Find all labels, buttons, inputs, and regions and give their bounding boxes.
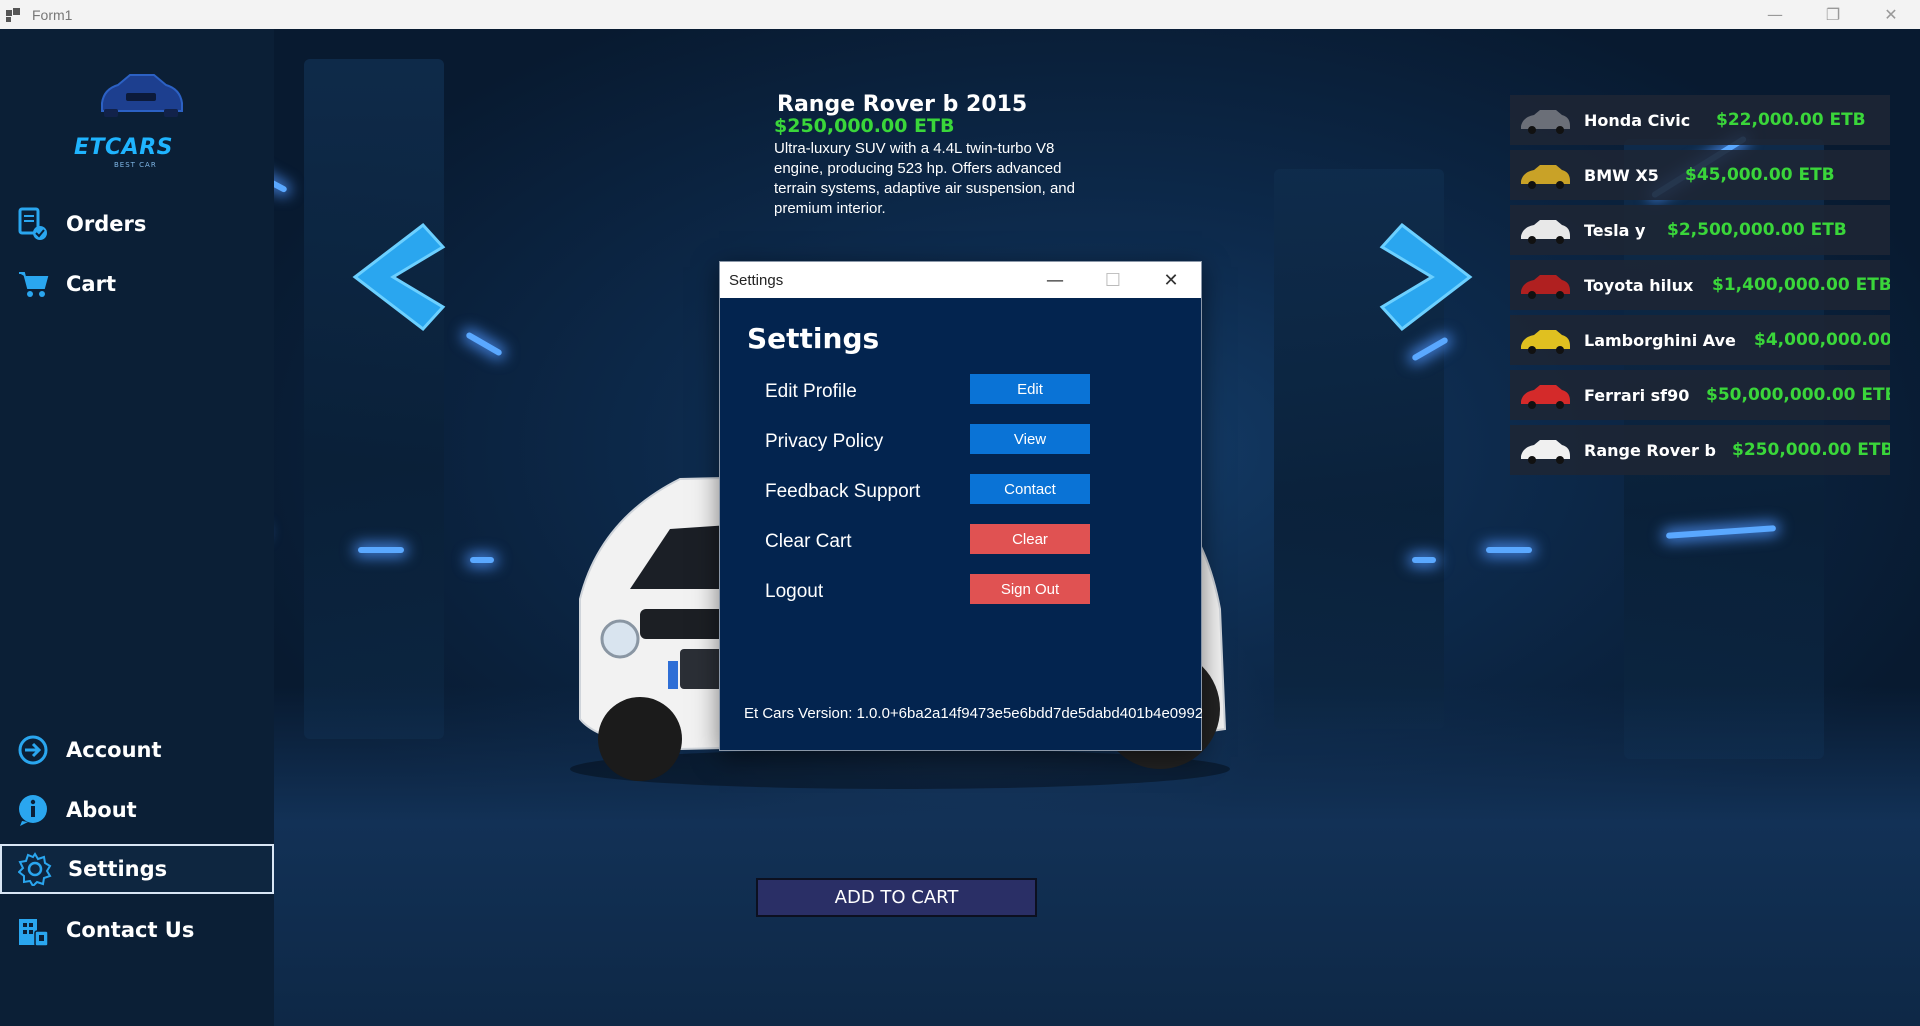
feedback-support-label: Feedback Support bbox=[765, 481, 921, 502]
car-list-item[interactable]: Lamborghini Ave $4,000,000.00 E bbox=[1510, 315, 1890, 365]
logo-text: ETCARS bbox=[74, 135, 173, 160]
building-icon bbox=[16, 913, 50, 947]
car-price: $1,400,000.00 ETB bbox=[1712, 275, 1890, 295]
car-thumbnail bbox=[1521, 385, 1570, 409]
car-logo-icon bbox=[101, 74, 183, 117]
dialog-titlebar: Settings — ☐ ✕ bbox=[720, 262, 1201, 298]
car-price: $4,000,000.00 E bbox=[1754, 330, 1890, 350]
car-name: Ferrari sf90 bbox=[1584, 385, 1690, 405]
sidebar: ETCARS BEST CAR Orders Cart Account Abou… bbox=[0, 29, 274, 1026]
privacy-policy-button[interactable]: View bbox=[970, 424, 1090, 454]
car-thumbnail bbox=[1521, 165, 1570, 189]
orders-icon bbox=[16, 207, 50, 241]
dialog-maximize-button[interactable]: ☐ bbox=[1084, 262, 1142, 298]
sidebar-item-about[interactable]: About bbox=[0, 785, 274, 835]
privacy-policy-label: Privacy Policy bbox=[765, 431, 884, 452]
car-thumbnail bbox=[1521, 440, 1570, 464]
feedback-support-button[interactable]: Contact bbox=[970, 474, 1090, 504]
car-name: Honda Civic bbox=[1584, 110, 1691, 130]
car-thumbnail bbox=[1521, 275, 1570, 299]
featured-car-description: Ultra-luxury SUV with a 4.4L twin-turbo … bbox=[774, 140, 1075, 217]
car-list-item[interactable]: BMW X5 $45,000.00 ETB bbox=[1510, 150, 1890, 200]
car-name: Tesla y bbox=[1584, 220, 1646, 240]
previous-car-button[interactable] bbox=[335, 217, 455, 337]
add-to-cart-button[interactable]: ADD TO CART bbox=[756, 878, 1037, 917]
maximize-button[interactable]: ❐ bbox=[1804, 0, 1862, 29]
etcars-logo: ETCARS BEST CAR bbox=[70, 61, 210, 171]
cart-icon bbox=[16, 267, 50, 301]
sidebar-item-account[interactable]: Account bbox=[0, 725, 274, 775]
car-list-item[interactable]: Honda Civic $22,000.00 ETB bbox=[1510, 95, 1890, 145]
car-list-item[interactable]: Tesla y $2,500,000.00 ETB bbox=[1510, 205, 1890, 255]
sidebar-item-orders[interactable]: Orders bbox=[0, 199, 274, 249]
settings-dialog: Settings — ☐ ✕ Settings Edit Profile Edi… bbox=[719, 261, 1202, 751]
sidebar-item-label: About bbox=[66, 798, 137, 822]
sidebar-item-label: Account bbox=[66, 738, 162, 762]
car-list-item[interactable]: Toyota hilux $1,400,000.00 ETB bbox=[1510, 260, 1890, 310]
gear-icon bbox=[18, 852, 52, 886]
app-icon bbox=[6, 7, 20, 22]
dialog-title: Settings bbox=[729, 271, 784, 289]
car-thumbnail bbox=[1521, 110, 1570, 134]
logout-label: Logout bbox=[765, 581, 824, 602]
minimize-button[interactable]: — bbox=[1746, 0, 1804, 29]
window-title: Form1 bbox=[32, 6, 73, 23]
dialog-heading: Settings bbox=[747, 322, 880, 355]
dialog-close-button[interactable]: ✕ bbox=[1142, 262, 1200, 298]
sidebar-item-cart[interactable]: Cart bbox=[0, 259, 274, 309]
logo-subtext: BEST CAR bbox=[114, 161, 157, 169]
car-price: $22,000.00 ETB bbox=[1716, 110, 1866, 130]
clear-cart-label: Clear Cart bbox=[765, 531, 852, 552]
sidebar-item-contact-us[interactable]: Contact Us bbox=[0, 905, 274, 955]
featured-car-title: Range Rover b 2015 bbox=[777, 92, 1028, 117]
car-name: Range Rover b bbox=[1584, 440, 1716, 460]
car-list-item[interactable]: Range Rover b $250,000.00 ETB bbox=[1510, 425, 1890, 475]
car-thumbnail bbox=[1521, 330, 1570, 354]
edit-profile-label: Edit Profile bbox=[765, 381, 857, 402]
sidebar-item-label: Contact Us bbox=[66, 918, 195, 942]
car-price: $250,000.00 ETB bbox=[1732, 440, 1890, 460]
clear-cart-button[interactable]: Clear bbox=[970, 524, 1090, 554]
car-price: $2,500,000.00 ETB bbox=[1667, 220, 1847, 240]
version-text: Et Cars Version: 1.0.0+6ba2a14f9473e5e6b… bbox=[744, 705, 1202, 722]
car-price: $45,000.00 ETB bbox=[1685, 165, 1835, 185]
edit-profile-button[interactable]: Edit bbox=[970, 374, 1090, 404]
sidebar-item-label: Cart bbox=[66, 272, 116, 296]
car-list: Honda Civic $22,000.00 ETB BMW X5 $45,00… bbox=[1510, 95, 1890, 480]
window-titlebar: Form1 — ❐ ✕ bbox=[0, 0, 1920, 29]
sidebar-item-label: Orders bbox=[66, 212, 147, 236]
app-area: ETCARS BEST CAR Orders Cart Account Abou… bbox=[0, 29, 1920, 1026]
account-icon bbox=[16, 733, 50, 767]
sign-out-button[interactable]: Sign Out bbox=[970, 574, 1090, 604]
car-name: Toyota hilux bbox=[1584, 275, 1694, 295]
close-button[interactable]: ✕ bbox=[1862, 0, 1920, 29]
dialog-minimize-button[interactable]: — bbox=[1026, 262, 1084, 298]
car-price: $50,000,000.00 ETB bbox=[1706, 385, 1890, 405]
sidebar-item-settings[interactable]: Settings bbox=[0, 844, 274, 894]
car-list-item[interactable]: Ferrari sf90 $50,000,000.00 ETB bbox=[1510, 370, 1890, 420]
featured-car-price: $250,000.00 ETB bbox=[774, 115, 955, 137]
car-name: Lamborghini Ave bbox=[1584, 330, 1736, 350]
car-name: BMW X5 bbox=[1584, 165, 1659, 185]
sidebar-item-label: Settings bbox=[68, 857, 168, 881]
info-icon bbox=[16, 793, 50, 827]
featured-car-info: Range Rover b 2015 $250,000.00 ETB Ultra… bbox=[774, 92, 1094, 219]
next-car-button[interactable] bbox=[1370, 217, 1490, 337]
car-thumbnail bbox=[1521, 220, 1570, 244]
